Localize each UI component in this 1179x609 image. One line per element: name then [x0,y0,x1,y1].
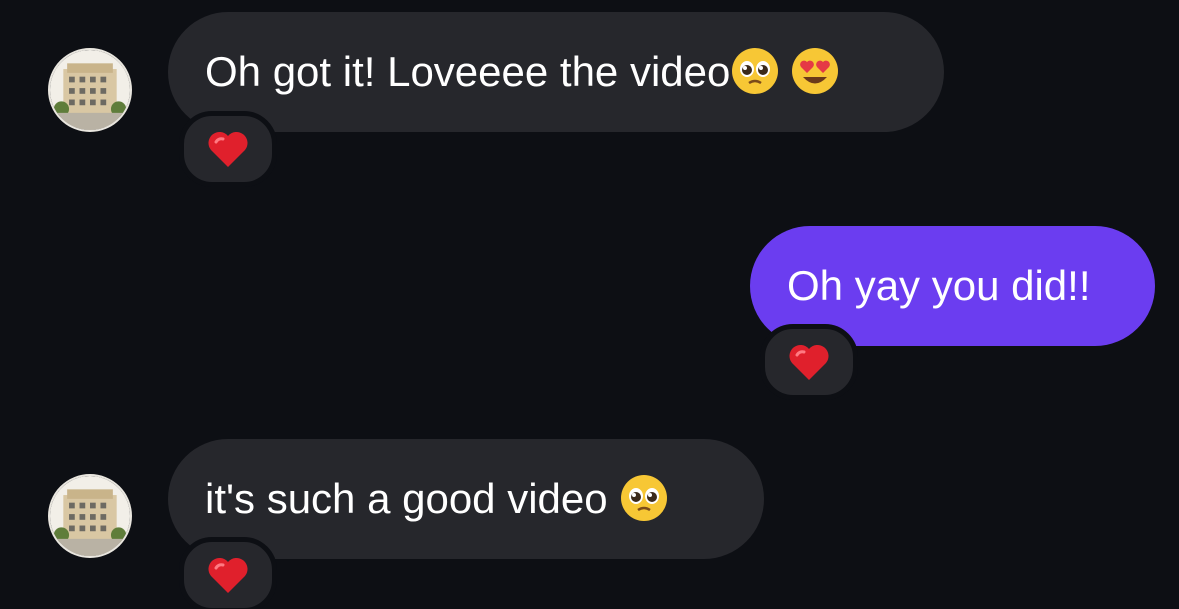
message-text: Oh got it! Loveeee the video [205,48,731,95]
reaction-badge[interactable] [179,537,277,609]
message-bubble-incoming[interactable]: Oh got it! Loveeee the video [168,12,944,132]
pleading-face-icon [730,46,780,96]
reaction-badge[interactable] [760,324,858,400]
red-heart-icon [206,129,250,169]
heart-eyes-icon [790,46,840,96]
building-photo-icon [50,50,130,130]
reaction-badge[interactable] [179,111,277,187]
red-heart-icon [787,342,831,382]
building-photo-icon [50,476,130,556]
avatar[interactable] [48,48,132,132]
avatar[interactable] [48,474,132,558]
message-text: it's such a good video [205,475,620,522]
red-heart-icon [206,555,250,595]
message-thread: Oh got it! Loveeee the video Oh yay you … [0,0,1179,609]
message-text: Oh yay you did!! [787,262,1091,309]
pleading-face-icon [619,473,669,523]
